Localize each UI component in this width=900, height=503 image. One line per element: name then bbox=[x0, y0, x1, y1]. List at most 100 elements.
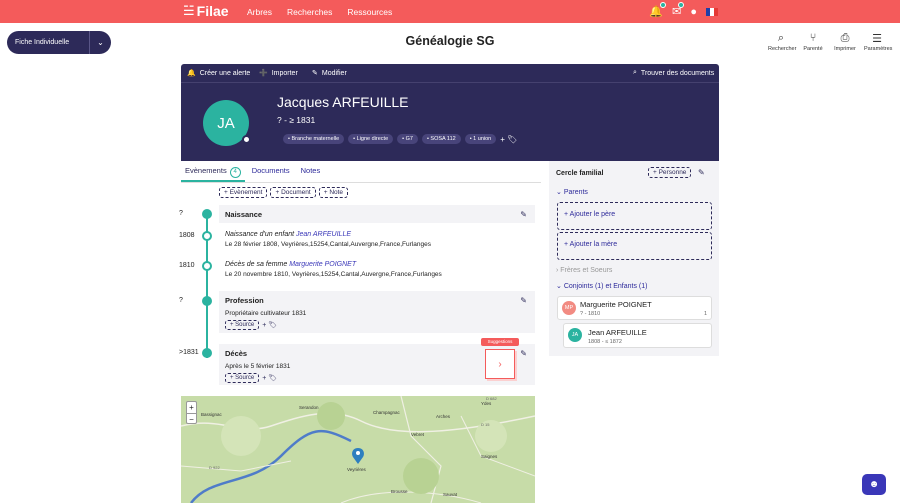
zoom-in-button[interactable]: + bbox=[187, 402, 196, 414]
tool-parametres[interactable]: ☰ Paramètres bbox=[864, 32, 892, 52]
mail-icon[interactable]: ✉ bbox=[672, 2, 685, 18]
tag-union: 1 union bbox=[464, 134, 497, 144]
spouse-name: Marguerite POIGNET bbox=[580, 300, 652, 309]
child-card[interactable]: JA Jean ARFEUILLE 1808 - ≤ 1872 bbox=[563, 323, 712, 348]
chevron-right-icon: › bbox=[498, 358, 502, 370]
bell-icon[interactable]: 🔔 bbox=[649, 2, 667, 18]
pencil-icon[interactable]: ✎ bbox=[698, 168, 705, 177]
tab-notes[interactable]: Notes bbox=[297, 161, 325, 182]
add-father-slot[interactable]: + Ajouter le père bbox=[557, 202, 712, 230]
child-count: 1 bbox=[703, 311, 707, 317]
child-name: Jean ARFEUILLE bbox=[588, 328, 647, 337]
spouse-card[interactable]: MP Marguerite POIGNET ? - 1810 1 bbox=[557, 296, 712, 320]
tab-documents[interactable]: Documents bbox=[248, 161, 294, 182]
person-header: 🔔 Créer une alerte ➕ Importer ✎ Modifier ⌕ T… bbox=[181, 64, 719, 161]
pencil-icon[interactable]: ✎ bbox=[520, 296, 527, 305]
nav-recherches[interactable]: Recherches bbox=[287, 7, 332, 17]
add-tag-icon[interactable]: + 🏷 bbox=[500, 135, 517, 144]
nav-ressources[interactable]: Ressources bbox=[347, 7, 392, 17]
event-title: Profession bbox=[225, 296, 264, 305]
add-tag-icon[interactable]: + 🏷 bbox=[262, 321, 277, 329]
pencil-icon[interactable]: ✎ bbox=[520, 349, 527, 358]
map-place-label: Arches bbox=[436, 414, 451, 419]
person-dates: ? - ≥ 1831 bbox=[277, 115, 316, 125]
person-tags: Branche maternelle Ligne directe G7 SOSA… bbox=[283, 134, 517, 144]
event-title: Décès de sa femme bbox=[225, 261, 288, 268]
filae-logo-icon: ☱ bbox=[183, 3, 195, 18]
import-button[interactable]: ➕ Importer bbox=[259, 69, 298, 78]
add-person-button[interactable]: + Personne bbox=[648, 167, 692, 178]
map-place-label: Bassignac bbox=[201, 412, 223, 417]
filae-logo[interactable]: ☱ Filae bbox=[183, 3, 229, 19]
pencil-icon[interactable]: ✎ bbox=[520, 210, 527, 219]
spouses-label: Conjoints (1) et Enfants (1) bbox=[563, 283, 648, 290]
child-dates: 1808 - ≤ 1872 bbox=[588, 339, 622, 345]
create-alert-label: Créer une alerte bbox=[199, 69, 251, 77]
add-event-button[interactable]: + Evènement bbox=[219, 187, 268, 198]
spouse-dates: ? - 1810 bbox=[580, 311, 601, 317]
event-year: ? bbox=[179, 297, 183, 304]
tool-label: Parenté bbox=[803, 46, 823, 52]
event-actions: + Source + 🏷 bbox=[219, 317, 535, 330]
logo-text: Filae bbox=[196, 3, 229, 19]
map-place-label: Champagnac bbox=[373, 410, 401, 415]
timeline-node bbox=[202, 296, 212, 306]
suggestions-badge[interactable]: Suggestions bbox=[481, 338, 519, 346]
suggestion-card[interactable]: › bbox=[485, 349, 515, 379]
event-year: ? bbox=[179, 210, 183, 217]
mail-dot bbox=[678, 2, 685, 8]
tool-parente[interactable]: ⑂ Parenté bbox=[800, 32, 826, 52]
map-canvas: Serandon Champagnac Ydes Saignes Veyrièr… bbox=[181, 396, 535, 503]
map-place-label: Brousse bbox=[391, 489, 408, 494]
add-source-button[interactable]: + Source bbox=[225, 320, 260, 330]
import-label: Importer bbox=[271, 69, 298, 77]
events-count-badge: 4 bbox=[229, 167, 241, 178]
edit-label: Modifier bbox=[321, 69, 347, 77]
event-detail: Propriétaire cultivateur 1831 bbox=[225, 310, 307, 317]
tab-evenements[interactable]: Evènements 4 bbox=[181, 161, 245, 182]
parents-toggle[interactable]: ⌄ Parents bbox=[556, 188, 588, 196]
chat-bot-icon[interactable]: ☻ bbox=[862, 474, 886, 495]
event-year: 1810 bbox=[179, 262, 195, 269]
main-nav: Arbres Recherches Ressources bbox=[247, 7, 392, 17]
tool-label: Rechercher bbox=[768, 46, 797, 52]
event-person-link[interactable]: Jean ARFEUILLE bbox=[296, 231, 351, 238]
nav-arbres[interactable]: Arbres bbox=[247, 7, 272, 17]
siblings-toggle[interactable]: › Frères et Soeurs bbox=[556, 267, 612, 274]
tabs: Evènements 4 Documents Notes bbox=[181, 161, 541, 183]
add-document-button[interactable]: + Document bbox=[270, 187, 316, 198]
add-buttons: + Evènement + Document + Note bbox=[219, 187, 349, 198]
french-flag-icon[interactable] bbox=[706, 7, 718, 16]
timeline-node bbox=[202, 209, 212, 219]
event-naissance[interactable]: Naissance ✎ bbox=[219, 205, 535, 223]
edit-button[interactable]: ✎ Modifier bbox=[312, 69, 347, 78]
find-documents-button[interactable]: ⌕ Trouver des documents bbox=[633, 69, 714, 77]
tool-rechercher[interactable]: ⌕ Rechercher bbox=[768, 32, 797, 52]
event-detail: Le 28 février 1808, Veyrières,15254,Cant… bbox=[225, 241, 431, 248]
spouses-toggle[interactable]: ⌄ Conjoints (1) et Enfants (1) bbox=[556, 282, 647, 290]
notification-dot bbox=[660, 2, 667, 8]
tag-generation: G7 bbox=[397, 134, 418, 144]
event-person-link[interactable]: Marguerite POIGNET bbox=[289, 261, 356, 268]
map-zoom-control: + − bbox=[186, 401, 197, 424]
user-icon[interactable]: ● bbox=[690, 6, 697, 18]
map-road-label: D 922 bbox=[209, 465, 220, 470]
map[interactable]: Serandon Champagnac Ydes Saignes Veyrièr… bbox=[181, 396, 535, 503]
tool-label: Imprimer bbox=[834, 46, 856, 52]
event-year: 1808 bbox=[179, 232, 195, 239]
add-mother-slot[interactable]: + Ajouter la mère bbox=[557, 232, 712, 260]
tool-imprimer[interactable]: ⎙ Imprimer bbox=[832, 32, 858, 52]
add-note-button[interactable]: + Note bbox=[318, 187, 349, 198]
avatar: MP bbox=[562, 301, 576, 315]
event-title: Naissance d'un enfant bbox=[225, 231, 295, 238]
map-place-label: Sauvat bbox=[443, 492, 458, 497]
event-wife-death: Décès de sa femme Marguerite POIGNET Le … bbox=[225, 261, 442, 278]
find-documents-label: Trouver des documents bbox=[640, 69, 715, 77]
add-source-button[interactable]: + Source bbox=[225, 373, 260, 383]
add-tag-icon[interactable]: + 🏷 bbox=[262, 374, 277, 382]
event-profession[interactable]: Profession Propriétaire cultivateur 1831… bbox=[219, 291, 535, 333]
create-alert-button[interactable]: 🔔 Créer une alerte bbox=[187, 69, 251, 78]
top-navbar: ☱ Filae Arbres Recherches Ressources 🔔 ✉… bbox=[0, 0, 900, 23]
zoom-out-button[interactable]: − bbox=[187, 414, 196, 425]
family-title: Cercle familial bbox=[556, 170, 604, 177]
